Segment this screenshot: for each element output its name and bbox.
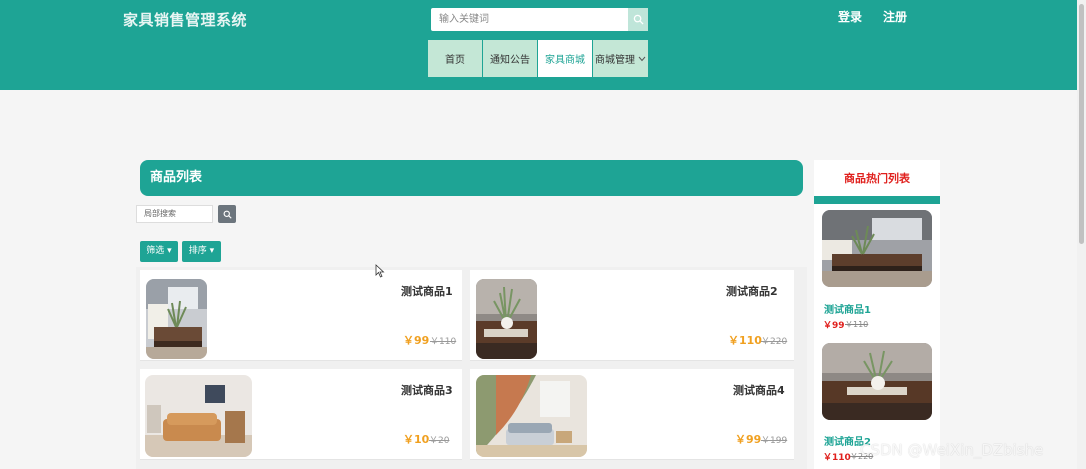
header-scalloped-edge — [0, 86, 1086, 94]
search-button[interactable] — [628, 8, 648, 31]
hot-product-image[interactable] — [822, 343, 932, 420]
nav-mall-management-label: 商城管理 — [595, 55, 635, 66]
product-image[interactable] — [476, 375, 587, 457]
register-link[interactable]: 注册 — [883, 8, 907, 25]
chevron-down-icon — [638, 56, 646, 61]
search-input[interactable] — [431, 8, 628, 31]
hot-product-original-price: ￥110 — [845, 320, 869, 329]
product-name[interactable]: 测试商品4 — [733, 382, 785, 398]
sidebar-title: 商品热门列表 — [844, 172, 910, 185]
search-icon — [633, 14, 644, 25]
product-price: ￥10 — [403, 433, 430, 446]
product-image[interactable] — [476, 279, 537, 359]
product-original-price: ￥199 — [761, 436, 788, 446]
caret-down-icon: ▾ — [164, 246, 172, 256]
scrollbar-thumb[interactable] — [1079, 4, 1084, 244]
product-card[interactable]: 测试商品2 ￥110 ￥220 — [470, 270, 794, 361]
hot-product-name[interactable]: 测试商品1 — [824, 301, 871, 316]
nav-notices[interactable]: 通知公告 — [483, 40, 538, 77]
search-icon — [223, 210, 232, 219]
hot-product-image[interactable] — [822, 210, 932, 287]
site-header: 家具销售管理系统 登录 注册 首页 通知公告 家具商城 商城管理 — [0, 0, 1086, 90]
product-name[interactable]: 测试商品3 — [401, 382, 453, 398]
local-search-input[interactable]: 局部搜索 — [136, 205, 213, 223]
section-title: 商品列表 — [140, 160, 803, 196]
sort-button[interactable]: 排序 ▾ — [182, 241, 221, 262]
hot-product-price: ￥110 — [823, 453, 851, 463]
mouse-cursor-icon — [375, 264, 385, 278]
local-search-button[interactable] — [218, 205, 236, 223]
site-title[interactable]: 家具销售管理系统 — [123, 9, 247, 30]
hot-product-price: ￥99 — [823, 321, 845, 331]
hot-products-sidebar: 商品热门列表 测试商品1 ￥99 ￥110 测试商品2 ￥110 ￥220 — [814, 160, 940, 469]
product-price: ￥110 — [728, 334, 762, 347]
nav-furniture-mall[interactable]: 家具商城 — [538, 40, 593, 77]
product-card[interactable]: 测试商品3 ￥10 ￥20 — [140, 369, 462, 460]
login-link[interactable]: 登录 — [838, 8, 862, 25]
page-scrollbar[interactable] — [1077, 0, 1086, 469]
product-original-price: ￥220 — [761, 337, 788, 347]
nav-home[interactable]: 首页 — [428, 40, 483, 77]
caret-down-icon: ▾ — [206, 246, 215, 256]
product-price: ￥99 — [735, 433, 762, 446]
nav-mall-management[interactable]: 商城管理 — [593, 40, 648, 77]
sidebar-divider — [814, 196, 940, 204]
watermark: CSDN @WeiXin_DZbishe — [860, 441, 1044, 459]
product-card[interactable]: 测试商品4 ￥99 ￥199 — [470, 369, 794, 460]
filter-label: 筛选 — [146, 246, 165, 256]
search-box — [431, 8, 648, 31]
product-original-price: ￥110 — [430, 337, 457, 347]
product-image[interactable] — [146, 279, 207, 359]
sort-label: 排序 — [188, 246, 207, 256]
filter-button[interactable]: 筛选 ▾ — [140, 241, 178, 262]
product-card[interactable]: 测试商品1 ￥99 ￥110 — [140, 270, 462, 361]
product-name[interactable]: 测试商品2 — [726, 283, 778, 299]
product-price: ￥99 — [403, 334, 430, 347]
product-image[interactable] — [145, 375, 252, 457]
main-nav: 首页 通知公告 家具商城 商城管理 — [428, 40, 648, 77]
product-name[interactable]: 测试商品1 — [401, 283, 453, 299]
product-original-price: ￥20 — [429, 436, 450, 446]
